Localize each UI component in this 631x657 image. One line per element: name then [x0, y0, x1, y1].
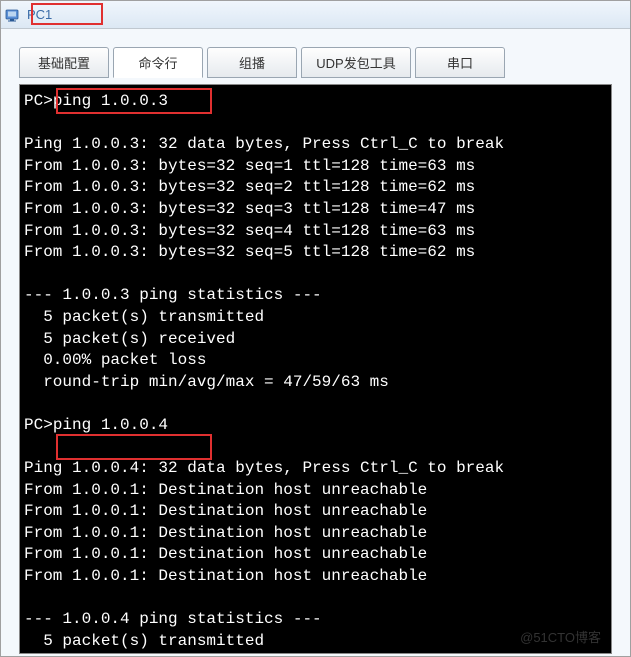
- tab-basic-config[interactable]: 基础配置: [19, 47, 109, 78]
- command-highlight-2: [56, 434, 212, 460]
- app-icon: [5, 7, 23, 23]
- tab-serial[interactable]: 串口: [415, 47, 505, 78]
- prompt: PC>: [24, 92, 53, 110]
- watermark: @51CTO博客: [520, 629, 601, 647]
- window-title: PC1: [27, 7, 52, 22]
- ping-output-1: Ping 1.0.0.3: 32 data bytes, Press Ctrl_…: [24, 135, 504, 391]
- body-area: 基础配置 命令行 组播 UDP发包工具 串口 PC>ping 1.0.0.3 P…: [1, 29, 630, 656]
- prompt: PC>: [24, 416, 53, 434]
- terminal-output[interactable]: PC>ping 1.0.0.3 Ping 1.0.0.3: 32 data by…: [19, 84, 612, 654]
- command-1: ping 1.0.0.3: [53, 92, 168, 110]
- command-2: ping 1.0.0.4: [53, 416, 168, 434]
- ping-output-2: Ping 1.0.0.4: 32 data bytes, Press Ctrl_…: [24, 459, 504, 650]
- tab-multicast[interactable]: 组播: [207, 47, 297, 78]
- tab-udp-tool[interactable]: UDP发包工具: [301, 47, 411, 78]
- app-window: PC1 基础配置 命令行 组播 UDP发包工具 串口 PC>ping 1.0.0…: [0, 0, 631, 657]
- tab-bar: 基础配置 命令行 组播 UDP发包工具 串口: [19, 47, 612, 78]
- tab-command-line[interactable]: 命令行: [113, 47, 203, 78]
- titlebar[interactable]: PC1: [1, 1, 630, 29]
